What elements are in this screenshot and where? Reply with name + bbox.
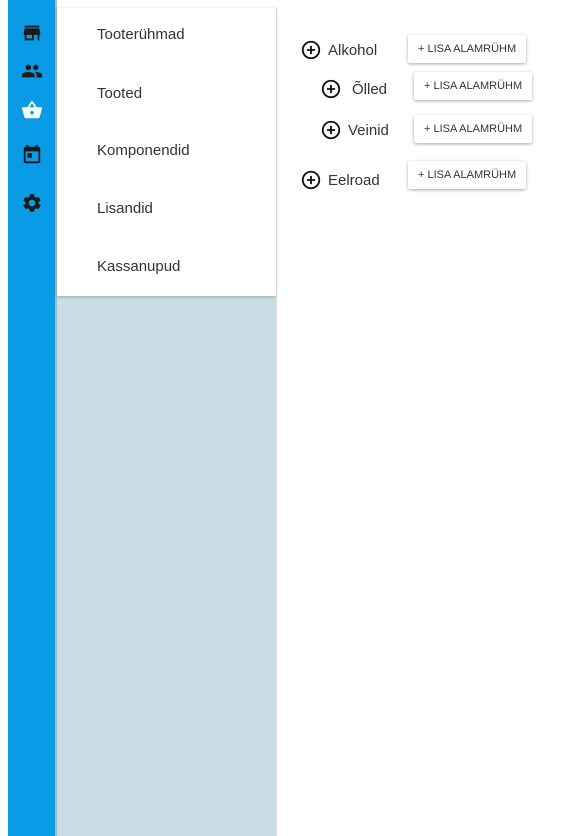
icon-rail [8, 0, 55, 836]
group-label: Veinid [348, 121, 389, 139]
people-icon[interactable] [19, 58, 45, 84]
submenu-item-tooteruhmad[interactable]: Tooterühmad [97, 26, 185, 43]
submenu-empty-area [57, 296, 276, 836]
add-subgroup-button[interactable]: + LISA ALAMRÜHM [408, 35, 527, 63]
panel-divider [276, 8, 277, 836]
expand-plus-icon[interactable] [320, 78, 342, 100]
store-icon[interactable] [19, 20, 45, 46]
submenu-item-kassanupud[interactable]: Kassanupud [97, 258, 180, 275]
add-subgroup-button[interactable]: + LISA ALAMRÜHM [414, 72, 533, 100]
group-row-eelroad: Eelroad [300, 166, 380, 194]
settings-icon[interactable] [19, 190, 45, 216]
group-label: Alkohol [328, 41, 378, 59]
left-edge-strip [0, 0, 8, 836]
group-label: Õlled [352, 80, 388, 98]
calendar-icon[interactable] [19, 142, 45, 168]
group-row-olled: Õlled [320, 75, 387, 103]
add-subgroup-button[interactable]: + LISA ALAMRÜHM [408, 161, 527, 189]
add-subgroup-button[interactable]: + LISA ALAMRÜHM [414, 115, 533, 143]
expand-plus-icon[interactable] [300, 169, 322, 191]
group-label: Eelroad [328, 171, 380, 189]
submenu-item-komponendid[interactable]: Komponendid [97, 142, 190, 159]
group-row-veinid: Veinid [320, 116, 389, 144]
expand-plus-icon[interactable] [300, 39, 322, 61]
submenu-panel: Tooterühmad Tooted Komponendid Lisandid … [57, 8, 276, 296]
expand-plus-icon[interactable] [320, 119, 342, 141]
submenu-item-lisandid[interactable]: Lisandid [97, 200, 153, 217]
basket-icon[interactable] [19, 97, 45, 123]
group-row-alkohol: Alkohol [300, 36, 377, 64]
submenu-item-tooted[interactable]: Tooted [97, 85, 142, 102]
